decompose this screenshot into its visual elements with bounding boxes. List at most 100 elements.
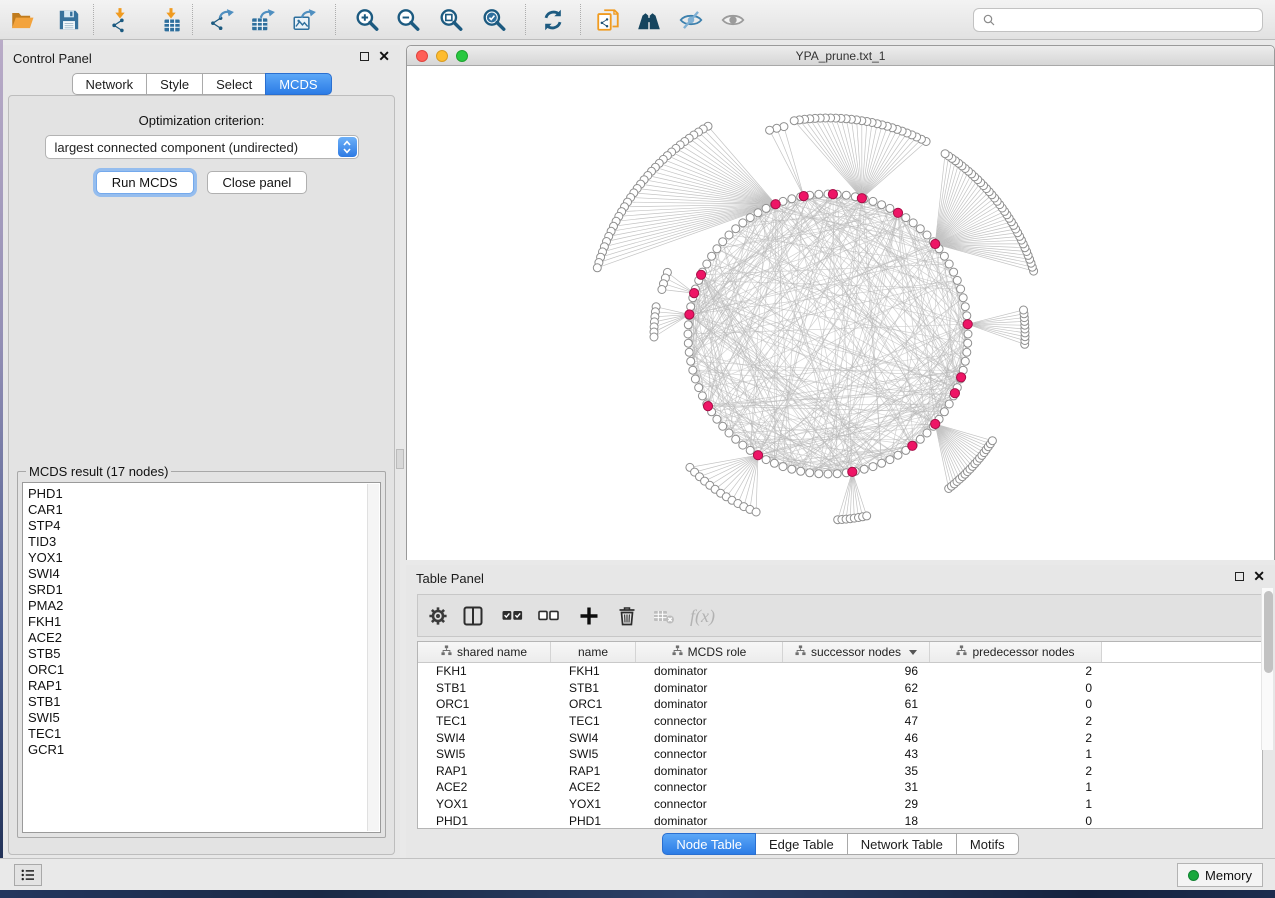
maximize-window-icon[interactable] — [456, 50, 468, 62]
tab-style[interactable]: Style — [146, 73, 203, 95]
update-view-icon[interactable] — [540, 7, 566, 33]
mcds-result-item[interactable]: SWI5 — [28, 710, 364, 726]
table-cell: 2 — [930, 731, 1102, 745]
add-row-icon[interactable] — [577, 604, 601, 628]
table-row[interactable]: STB1STB1dominator620 — [418, 680, 1262, 697]
toolbar-separator — [525, 4, 526, 35]
select-all-rows-icon[interactable] — [501, 604, 525, 628]
export-network-icon[interactable] — [209, 7, 235, 33]
search-box[interactable] — [973, 8, 1263, 32]
toolbar-separator — [93, 4, 94, 35]
memory-button[interactable]: Memory — [1177, 863, 1263, 887]
mcds-result-list[interactable]: PHD1CAR1STP4TID3YOX1SWI4SRD1PMA2FKH1ACE2… — [22, 482, 381, 833]
column-header-successor-nodes[interactable]: successor nodes — [783, 642, 930, 662]
minimize-window-icon[interactable] — [436, 50, 448, 62]
delete-rows-icon[interactable] — [615, 604, 639, 628]
close-window-icon[interactable] — [416, 50, 428, 62]
list-scrollbar-track[interactable] — [367, 484, 379, 831]
import-table-icon[interactable] — [158, 7, 184, 33]
table-row[interactable]: TEC1TEC1connector472 — [418, 713, 1262, 730]
table-scrollbar[interactable] — [1261, 588, 1273, 750]
zoom-in-icon[interactable] — [354, 7, 380, 33]
tab-network-table[interactable]: Network Table — [847, 833, 957, 855]
column-header-predecessor-nodes[interactable]: predecessor nodes — [930, 642, 1102, 662]
table-cell: YOX1 — [418, 797, 551, 811]
optimization-criterion-select[interactable]: largest connected component (undirected) — [45, 135, 359, 159]
mcds-result-item[interactable]: STB1 — [28, 694, 364, 710]
task-history-button[interactable] — [14, 864, 42, 886]
open-session-icon[interactable] — [9, 7, 35, 33]
mcds-result-item[interactable]: TEC1 — [28, 726, 364, 742]
export-table-icon[interactable] — [250, 7, 276, 33]
table-cell: RAP1 — [551, 764, 636, 778]
table-row[interactable]: ACE2ACE2connector311 — [418, 779, 1262, 796]
table-cell: connector — [636, 797, 783, 811]
control-panel-title: Control Panel — [13, 51, 92, 66]
show-columns-icon[interactable] — [461, 604, 485, 628]
table-row[interactable]: SWI5SWI5connector431 — [418, 746, 1262, 763]
panel-splitter-handle[interactable] — [396, 449, 404, 469]
column-header-MCDS-role[interactable]: MCDS role — [636, 642, 783, 662]
export-image-icon[interactable] — [291, 7, 317, 33]
mcds-result-item[interactable]: GCR1 — [28, 742, 364, 758]
mcds-result-item[interactable]: STB5 — [28, 646, 364, 662]
mcds-result-item[interactable]: STP4 — [28, 518, 364, 534]
table-row[interactable]: FKH1FKH1dominator962 — [418, 663, 1262, 680]
tab-select[interactable]: Select — [202, 73, 266, 95]
save-session-icon[interactable] — [56, 7, 82, 33]
memory-status-icon — [1188, 870, 1199, 881]
float-panel-icon[interactable] — [360, 52, 369, 61]
table-row[interactable]: SWI4SWI4dominator462 — [418, 729, 1262, 746]
mcds-result-item[interactable]: PMA2 — [28, 598, 364, 614]
mcds-result-item[interactable]: TID3 — [28, 534, 364, 550]
mcds-result-item[interactable]: SRD1 — [28, 582, 364, 598]
network-canvas[interactable] — [407, 67, 1274, 560]
zoom-out-icon[interactable] — [395, 7, 421, 33]
table-row[interactable]: YOX1YOX1connector291 — [418, 796, 1262, 813]
optimization-criterion-label: Optimization criterion: — [9, 113, 394, 128]
tab-edge-table[interactable]: Edge Table — [755, 833, 848, 855]
table-cell: 31 — [783, 780, 930, 794]
table-cell: TEC1 — [418, 714, 551, 728]
mcds-result-item[interactable]: CAR1 — [28, 502, 364, 518]
deselect-all-rows-icon[interactable] — [537, 604, 561, 628]
float-panel-icon[interactable] — [1235, 572, 1244, 581]
run-mcds-button[interactable]: Run MCDS — [96, 171, 194, 194]
mcds-result-item[interactable]: RAP1 — [28, 678, 364, 694]
close-panel-icon[interactable]: ✕ — [378, 51, 390, 62]
header-filler — [1102, 642, 1262, 662]
network-window-titlebar[interactable]: YPA_prune.txt_1 — [407, 46, 1274, 66]
column-label: predecessor nodes — [972, 645, 1074, 659]
import-network-icon[interactable] — [107, 7, 133, 33]
table-row[interactable]: RAP1RAP1dominator352 — [418, 763, 1262, 780]
mcds-result-item[interactable]: ORC1 — [28, 662, 364, 678]
fit-selected-icon[interactable] — [481, 7, 507, 33]
mcds-result-item[interactable]: PHD1 — [28, 486, 364, 502]
table-row[interactable]: PHD1PHD1dominator180 — [418, 812, 1262, 829]
find-icon[interactable] — [636, 7, 662, 33]
session-share-icon[interactable] — [595, 7, 621, 33]
mcds-result-item[interactable]: ACE2 — [28, 630, 364, 646]
tab-mcds[interactable]: MCDS — [265, 73, 331, 95]
mcds-result-item[interactable]: FKH1 — [28, 614, 364, 630]
tab-network[interactable]: Network — [71, 73, 147, 95]
column-header-name[interactable]: name — [551, 642, 636, 662]
table-row[interactable]: ORC1ORC1dominator610 — [418, 696, 1262, 713]
fit-content-icon[interactable] — [438, 7, 464, 33]
column-settings-icon[interactable] — [426, 604, 450, 628]
search-input[interactable] — [997, 12, 1255, 29]
tab-motifs[interactable]: Motifs — [956, 833, 1019, 855]
column-header-shared-name[interactable]: shared name — [418, 642, 551, 662]
table-tabs: Node TableEdge TableNetwork TableMotifs — [406, 833, 1275, 855]
close-panel-icon[interactable]: ✕ — [1253, 571, 1265, 582]
dropdown-stepper-icon — [338, 137, 357, 157]
hide-graphics-details-icon[interactable] — [678, 7, 704, 33]
mcds-result-item[interactable]: YOX1 — [28, 550, 364, 566]
mcds-result-item[interactable]: SWI4 — [28, 566, 364, 582]
control-panel: Control Panel ✕ NetworkStyleSelectMCDS O… — [3, 45, 400, 858]
table-cell: ORC1 — [418, 697, 551, 711]
close-panel-button[interactable]: Close panel — [207, 171, 308, 194]
table-scrollbar-thumb[interactable] — [1264, 591, 1273, 673]
memory-label: Memory — [1205, 868, 1252, 883]
tab-node-table[interactable]: Node Table — [662, 833, 756, 855]
